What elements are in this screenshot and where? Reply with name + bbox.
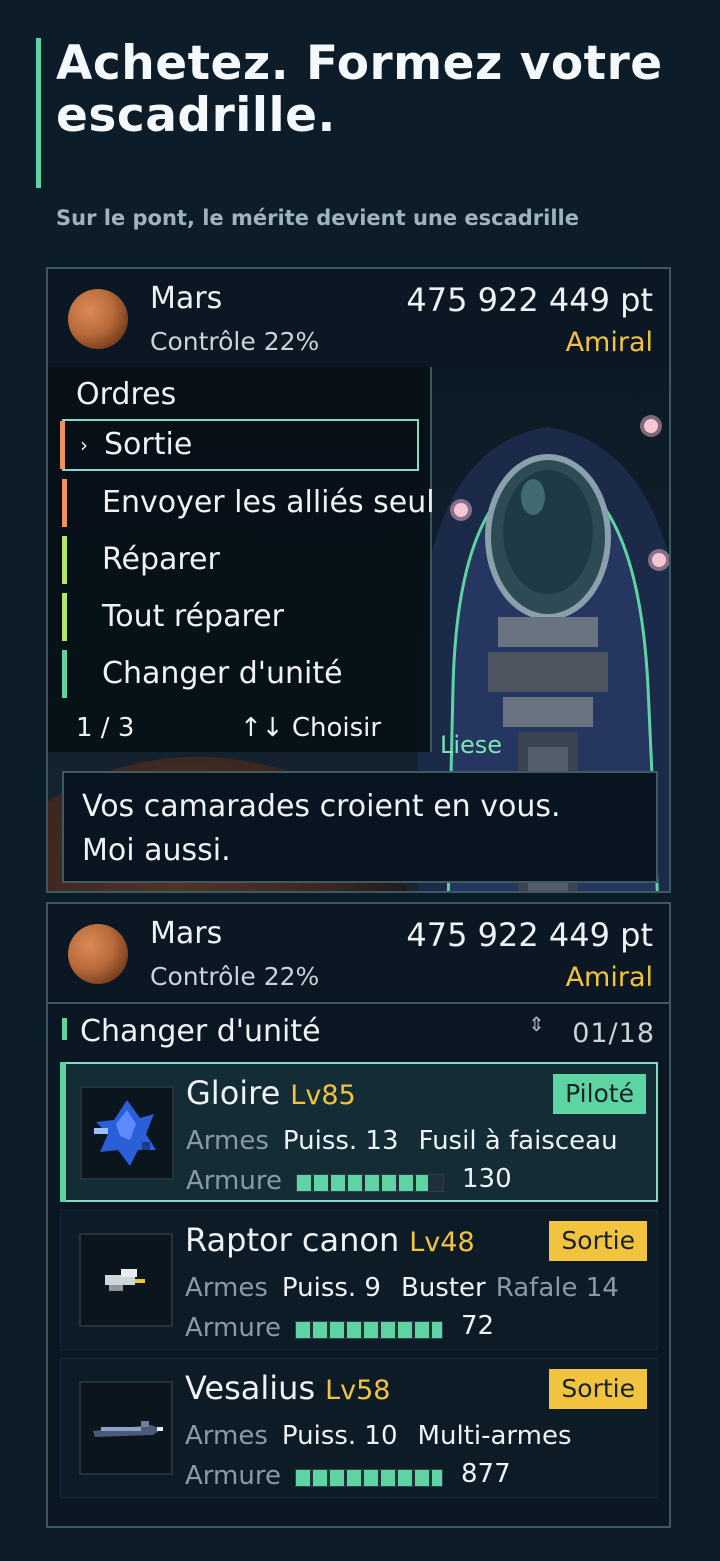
unit-name: Gloire Lv85 xyxy=(186,1074,356,1112)
battleship-icon xyxy=(79,1381,173,1475)
weapons-label: Armes xyxy=(186,1126,269,1156)
weapon-name: Fusil à faisceau xyxy=(418,1126,618,1156)
menu-item-sortie[interactable]: › Sortie xyxy=(60,419,419,471)
menu-page-indicator: 1 / 3 xyxy=(76,713,135,743)
unit-card-gloire[interactable]: Gloire Lv85 Piloté Armes Puiss. 13 Fusil à … xyxy=(60,1062,658,1202)
unit-level: Lv85 xyxy=(290,1080,356,1111)
menu-item-change-unit[interactable]: Changer d'unité xyxy=(62,648,417,700)
armor-value: 130 xyxy=(462,1164,512,1194)
unit-name-text: Vesalius xyxy=(185,1369,316,1407)
points-total: 475 922 449 pt xyxy=(406,281,653,319)
unit-list-header: Changer d'unité ⇕ 01/18 xyxy=(48,1002,669,1060)
menu-item-label: Envoyer les alliés seul xyxy=(102,485,435,520)
armor-value: 72 xyxy=(461,1311,495,1341)
menu-item-label: Réparer xyxy=(102,542,220,577)
unit-level: Lv58 xyxy=(325,1375,391,1406)
hero-subtitle: Sur le pont, le mérite devient une escad… xyxy=(56,206,580,230)
planet-name: Mars xyxy=(150,916,223,951)
orders-menu: Ordres › Sortie Envoyer les alliés seul … xyxy=(48,367,435,752)
points-total: 475 922 449 pt xyxy=(406,916,653,954)
menu-title: Ordres xyxy=(76,377,177,412)
unit-list-title: Changer d'unité xyxy=(80,1014,321,1049)
status-bar: Mars Contrôle 22% 475 922 449 pt Amiral xyxy=(48,269,669,369)
armor-bar-fill xyxy=(296,1322,442,1338)
rank-label: Amiral xyxy=(565,327,653,358)
unit-level: Lv48 xyxy=(409,1227,475,1258)
unit-name: Raptor canon Lv48 xyxy=(185,1221,475,1259)
unit-card-vesalius[interactable]: Vesalius Lv58 Sortie Armes Puiss. 10 Multi-… xyxy=(60,1358,658,1498)
speaker-name: Liese xyxy=(440,731,503,759)
orders-screenshot: Mars Contrôle 22% 475 922 449 pt Amiral … xyxy=(46,267,671,893)
menu-item-accent xyxy=(62,479,67,527)
menu-item-accent xyxy=(60,421,65,469)
dialog-line: Vos camarades croient en vous. xyxy=(82,789,561,824)
menu-item-label: Changer d'unité xyxy=(102,656,343,691)
armor-bar xyxy=(296,1174,444,1192)
unit-weapons: Armes Puiss. 13 Fusil à faisceau xyxy=(186,1126,618,1156)
menu-item-accent xyxy=(62,650,67,698)
scene: Ordres › Sortie Envoyer les alliés seul … xyxy=(48,367,669,891)
rank-label: Amiral xyxy=(565,962,653,993)
selection-bar xyxy=(60,1062,66,1202)
mars-planet-icon xyxy=(68,289,128,349)
weapons-label: Armes xyxy=(185,1273,268,1303)
header-accent xyxy=(62,1018,67,1040)
unit-weapons: Armes Puiss. 9 Buster Rafale 14 xyxy=(185,1273,619,1303)
status-bar: Mars Contrôle 22% 475 922 449 pt Amiral xyxy=(48,904,669,1004)
flower-icon xyxy=(652,553,666,567)
sort-icon[interactable]: ⇕ xyxy=(528,1012,545,1036)
robot-icon xyxy=(80,1086,174,1180)
menu-hint: ↑↓ Choisir xyxy=(240,713,382,743)
weapon-power: Puiss. 9 xyxy=(281,1273,381,1303)
hero: Achetez. Formez votre escadrille. Sur le… xyxy=(36,36,696,230)
dialog-box[interactable]: Vos camarades croient en vous. Moi aussi… xyxy=(62,771,658,883)
status-badge: Piloté xyxy=(553,1074,646,1114)
armor-label: Armure xyxy=(186,1166,282,1196)
armor-bar-fill xyxy=(297,1175,429,1191)
unit-name-text: Gloire xyxy=(186,1074,281,1112)
armor-bar xyxy=(295,1321,443,1339)
menu-item-repair[interactable]: Réparer xyxy=(62,534,417,586)
armor-bar xyxy=(295,1469,443,1487)
menu-item-label: Sortie xyxy=(104,427,193,462)
unit-card-raptor[interactable]: Raptor canon Lv48 Sortie Armes Puiss. 9 Bus… xyxy=(60,1210,658,1350)
menu-item-send-allies[interactable]: Envoyer les alliés seul xyxy=(62,477,435,529)
flower-icon xyxy=(644,419,658,433)
armor-label: Armure xyxy=(185,1313,281,1343)
hero-accent-bar xyxy=(36,38,41,188)
unit-name: Vesalius Lv58 xyxy=(185,1369,391,1407)
armor-label: Armure xyxy=(185,1461,281,1491)
hero-title: Achetez. Formez votre escadrille. xyxy=(56,36,663,143)
weapon-name: Multi-armes xyxy=(417,1421,572,1451)
planet-control: Contrôle 22% xyxy=(150,962,320,991)
status-badge: Sortie xyxy=(549,1221,647,1261)
chevron-right-icon: › xyxy=(80,433,88,457)
weapon-power: Puiss. 13 xyxy=(282,1126,399,1156)
menu-item-repair-all[interactable]: Tout réparer xyxy=(62,591,417,643)
planet-control: Contrôle 22% xyxy=(150,327,320,356)
flower-icon xyxy=(454,503,468,517)
unit-weapons: Armes Puiss. 10 Multi-armes xyxy=(185,1421,572,1451)
planet-name: Mars xyxy=(150,281,223,316)
weapon-name: Buster xyxy=(400,1273,486,1303)
menu-item-accent xyxy=(62,536,67,584)
status-badge: Sortie xyxy=(549,1369,647,1409)
armor-value: 877 xyxy=(461,1459,511,1489)
unit-name-text: Raptor canon xyxy=(185,1221,400,1259)
fighter-icon xyxy=(79,1233,173,1327)
unit-counter: 01/18 xyxy=(572,1018,655,1049)
weapons-label: Armes xyxy=(185,1421,268,1451)
armor-bar-fill xyxy=(296,1470,442,1486)
menu-item-label: Tout réparer xyxy=(102,599,284,634)
menu-item-accent xyxy=(62,593,67,641)
dialog-line: Moi aussi. xyxy=(82,833,231,868)
weapon-power: Puiss. 10 xyxy=(281,1421,398,1451)
weapon-extra: Rafale 14 xyxy=(495,1273,619,1303)
unit-select-screenshot: Mars Contrôle 22% 475 922 449 pt Amiral … xyxy=(46,902,671,1528)
mars-planet-icon xyxy=(68,924,128,984)
